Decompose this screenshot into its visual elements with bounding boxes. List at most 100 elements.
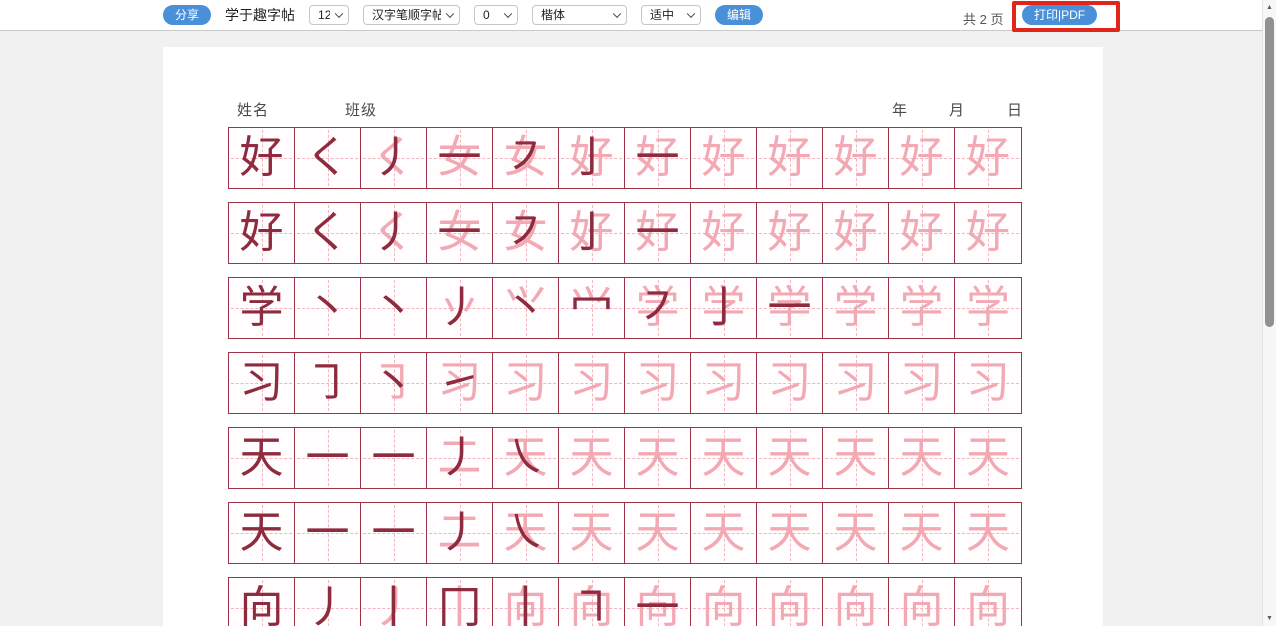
practice-cell: 习 [625, 353, 691, 413]
trace-character: 好 [823, 128, 888, 188]
stroke-character: 丶 [361, 278, 426, 338]
practice-cell: 习 [955, 353, 1021, 413]
day-label: 日 [1007, 99, 1023, 120]
trace-character: 天 [823, 503, 888, 563]
practice-cell: 天 [625, 503, 691, 563]
stroke-character: ㇕ [559, 578, 624, 626]
count-select[interactable]: 0 [474, 5, 518, 25]
density-select-wrapper: 适中 [641, 5, 701, 25]
stroke-character: 一 [295, 503, 360, 563]
trace-character: 天 [889, 503, 954, 563]
character-row-天: 天一一一二丿天㇏天天天天天天天 [228, 427, 1022, 489]
practice-cell: 好 [955, 203, 1021, 263]
practice-cell: 天 [559, 428, 625, 488]
trace-character: 好 [889, 203, 954, 263]
stroke-character: 丿 [361, 128, 426, 188]
stroke-character: 丶 [493, 278, 558, 338]
workspace: 姓名 班级 年 月 日 好くく丿女一女㇇好亅好一好好好好好好くく丿女一女㇇好亅好… [0, 31, 1262, 626]
practice-cell: 二丿 [427, 503, 493, 563]
trace-character: 习 [823, 353, 888, 413]
practice-cell: 向 [757, 578, 823, 626]
practice-cell: 向㇕ [559, 578, 625, 626]
trace-character: 天 [889, 428, 954, 488]
trace-character: 天 [757, 428, 822, 488]
font-style-select[interactable]: 楷体 [532, 5, 627, 25]
trace-character: 天 [955, 428, 1021, 488]
trace-character: 好 [691, 203, 756, 263]
trace-character: 好 [691, 128, 756, 188]
trace-character: 习 [625, 353, 690, 413]
practice-cell: 女㇇ [493, 128, 559, 188]
trace-character: 好 [757, 128, 822, 188]
count-select-wrapper: 0 [474, 5, 518, 25]
font-size-select[interactable]: 12 [309, 5, 349, 25]
practice-cell: 一 [295, 428, 361, 488]
practice-cell: く丿 [361, 203, 427, 263]
practice-cell: 好 [229, 128, 295, 188]
print-pdf-button[interactable]: 打印|PDF [1022, 5, 1097, 25]
stroke-character: ㇆ [295, 353, 360, 413]
practice-cell: 天㇏ [493, 503, 559, 563]
practice-cell: 习㇀ [427, 353, 493, 413]
share-button[interactable]: 分享 [163, 5, 211, 25]
stroke-character: ㇇ [625, 278, 690, 338]
scroll-down-icon[interactable]: ▼ [1263, 615, 1276, 622]
practice-cell: 学 [229, 278, 295, 338]
scrollbar[interactable]: ▲ ▼ [1262, 0, 1276, 626]
practice-cell: 天 [691, 428, 757, 488]
toolbar-controls: 分享 学于趣字帖 12 汉字笔顺字帖 0 [163, 0, 763, 30]
stroke-character: 亅 [559, 128, 624, 188]
character-row-天: 天一一一二丿天㇏天天天天天天天 [228, 502, 1022, 564]
stroke-character: 一 [625, 128, 690, 188]
practice-cell: 一一 [361, 503, 427, 563]
trace-character: 天 [955, 503, 1021, 563]
sheet-header: 姓名 班级 年 月 日 [228, 99, 1020, 121]
stroke-character: 一 [625, 203, 690, 263]
character-row-好: 好くく丿女一女㇇好亅好一好好好好好 [228, 202, 1022, 264]
practice-cell: 女㇇ [493, 203, 559, 263]
practice-cell: 天 [229, 428, 295, 488]
copybook-type-select[interactable]: 汉字笔顺字帖 [363, 5, 460, 25]
practice-cell: 习 [889, 353, 955, 413]
year-label: 年 [892, 99, 908, 120]
practice-cell: 天 [757, 503, 823, 563]
trace-character: 习 [955, 353, 1021, 413]
character-row-好: 好くく丿女一女㇇好亅好一好好好好好 [228, 127, 1022, 189]
practice-cell: 好亅 [559, 203, 625, 263]
stroke-character: 一 [427, 203, 492, 263]
stroke-character: 学 [229, 278, 294, 338]
trace-character: 天 [625, 503, 690, 563]
edit-button[interactable]: 编辑 [715, 5, 763, 25]
trace-character: 学 [823, 278, 888, 338]
practice-cell: 好 [823, 203, 889, 263]
practice-cell: 向一 [625, 578, 691, 626]
scroll-up-icon[interactable]: ▲ [1263, 4, 1276, 11]
practice-cell: 习 [757, 353, 823, 413]
practice-cell: 习 [493, 353, 559, 413]
stroke-character: く [295, 203, 360, 263]
practice-cell: 丶 [295, 278, 361, 338]
practice-grid: 好くく丿女一女㇇好亅好一好好好好好好くく丿女一女㇇好亅好一好好好好好学丶丶丶丷丿… [228, 127, 1022, 626]
practice-cell: ㇆丶 [361, 353, 427, 413]
practice-cell: 天 [889, 503, 955, 563]
trace-character: 好 [955, 128, 1021, 188]
practice-cell: 丷丿 [427, 278, 493, 338]
stroke-character: 丶 [361, 353, 426, 413]
practice-cell: 习 [691, 353, 757, 413]
scrollbar-thumb[interactable] [1265, 17, 1274, 327]
trace-character: 好 [889, 128, 954, 188]
stroke-character: 丿 [295, 578, 360, 626]
stroke-character: 丨 [493, 578, 558, 626]
copybook-type-select-wrapper: 汉字笔顺字帖 [363, 5, 460, 25]
practice-cell: 学亅 [691, 278, 757, 338]
practice-cell: 好 [691, 128, 757, 188]
density-select[interactable]: 适中 [641, 5, 701, 25]
stroke-character: 丨 [361, 578, 426, 626]
practice-cell: 好 [757, 203, 823, 263]
stroke-character: 亅 [559, 203, 624, 263]
trace-character: 向 [955, 578, 1021, 626]
character-row-习: 习㇆㇆丶习㇀习习习习习习习习 [228, 352, 1022, 414]
trace-character: 向 [823, 578, 888, 626]
stroke-character: 丶 [295, 278, 360, 338]
practice-cell: 学 [955, 278, 1021, 338]
